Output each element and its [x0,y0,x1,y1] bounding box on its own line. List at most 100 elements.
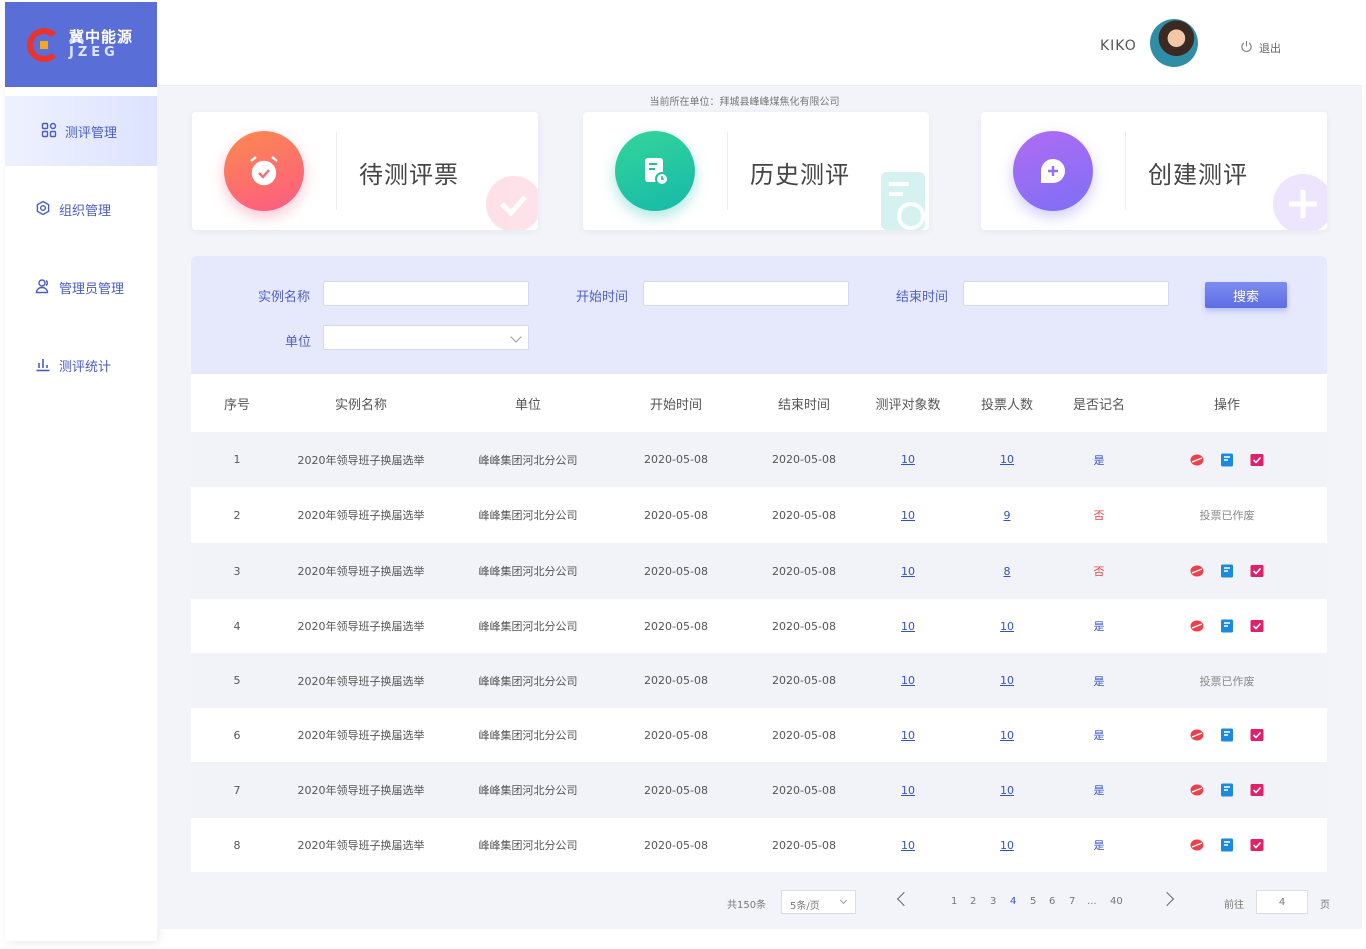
document-clock-icon [615,131,695,211]
void-action-icon[interactable] [1190,564,1204,578]
sidebar-item-evaluation[interactable]: 测评管理 [5,96,157,166]
start-time: 2020-05-08 [644,564,708,578]
named-flag: 是 [1093,839,1105,852]
column-header: 投票人数 [980,397,1033,413]
goto-page-input[interactable]: 4 [1256,890,1308,914]
voter-count-link[interactable]: 10 [1000,674,1014,687]
end-time-input[interactable] [963,281,1169,306]
instance-name-input[interactable] [323,281,529,306]
column-header: 实例名称 [334,397,387,413]
detail-action-icon[interactable] [1220,838,1234,852]
check-action-icon[interactable] [1250,783,1264,797]
document-watermark-icon [871,168,929,230]
end-time-label: 结束时间 [896,290,949,305]
page-number[interactable]: 2 [970,896,976,907]
unit-name: 峰峰集团河北分公司 [478,729,578,742]
unit-name: 峰峰集团河北分公司 [478,784,578,797]
page-number-current[interactable]: 4 [1010,896,1016,907]
unit-name: 峰峰集团河北分公司 [478,839,578,852]
object-count-link[interactable]: 10 [901,620,915,633]
card-history[interactable]: 历史测评 [583,112,929,230]
start-time: 2020-05-08 [644,783,708,797]
detail-action-icon[interactable] [1220,783,1234,797]
search-button[interactable]: 搜索 [1205,282,1287,308]
card-create-evaluation[interactable]: 创建测评 [981,112,1327,230]
row-actions [1127,838,1327,852]
start-time-input[interactable] [643,281,849,306]
void-action-icon[interactable] [1190,453,1204,467]
total-count: 共150条 [727,900,767,911]
void-action-icon[interactable] [1190,838,1204,852]
start-time: 2020-05-08 [644,838,708,852]
page-number[interactable]: 40 [1110,896,1123,907]
start-time: 2020-05-08 [644,674,708,687]
voter-count-link[interactable]: 9 [1004,509,1011,522]
check-action-icon[interactable] [1250,728,1264,742]
detail-action-icon[interactable] [1220,728,1234,742]
row-number: 8 [233,838,241,852]
check-action-icon[interactable] [1250,838,1264,852]
object-count-link[interactable]: 10 [901,565,915,578]
start-time: 2020-05-08 [644,453,708,466]
named-flag: 是 [1093,729,1105,742]
actions-cell [1127,619,1327,633]
row-actions [1127,453,1327,467]
page-ellipsis[interactable]: ... [1087,896,1097,907]
page-size-select[interactable]: 5条/页 [781,890,856,914]
void-action-icon[interactable] [1190,619,1204,633]
voter-count-link[interactable]: 10 [1000,784,1014,797]
voter-count-link[interactable]: 10 [1000,453,1014,466]
sidebar-item-statistics[interactable]: 测评统计 [5,330,157,400]
actions-cell [1127,783,1327,797]
actions-cell: 投票已作废 [1127,673,1327,689]
page-number[interactable]: 5 [1030,896,1036,907]
pagination: 共150条 5条/页 1 2 3 4 5 6 7 ... 40 前往 4 页 [157,890,1362,916]
logout-button[interactable]: 退出 [1240,40,1281,56]
unit-name: 峰峰集团河北分公司 [478,453,578,467]
detail-action-icon[interactable] [1220,619,1234,633]
object-count-link[interactable]: 10 [901,729,915,742]
sidebar-item-admins[interactable]: 管理员管理 [5,252,157,322]
page-number[interactable]: 6 [1049,896,1055,907]
row-number: 2 [233,508,241,522]
object-count-link[interactable]: 10 [901,839,915,852]
check-action-icon[interactable] [1250,564,1264,578]
object-count-link[interactable]: 10 [901,674,915,687]
detail-action-icon[interactable] [1220,564,1234,578]
check-action-icon[interactable] [1250,619,1264,633]
voided-status: 投票已作废 [1199,674,1255,688]
unit-select[interactable] [323,325,529,350]
plus-watermark-icon [1269,168,1327,230]
table-header: 序号 实例名称 单位 开始时间 结束时间 测评对象数 投票人数 是否记名 操作 [191,374,1327,432]
page-number[interactable]: 3 [990,896,996,907]
sidebar-item-organization[interactable]: 组织管理 [5,174,157,244]
column-header: 结束时间 [777,397,830,413]
voter-count-link[interactable]: 10 [1000,839,1014,852]
avatar[interactable] [1150,19,1198,67]
voter-count-link[interactable]: 10 [1000,729,1014,742]
void-action-icon[interactable] [1190,728,1204,742]
voter-count-link[interactable]: 10 [1000,620,1014,633]
check-action-icon[interactable] [1250,453,1264,467]
prev-page-icon[interactable] [896,891,912,907]
card-pending-votes[interactable]: 待测评票 [192,112,538,230]
row-number: 4 [233,619,241,633]
object-count-link[interactable]: 10 [901,509,915,522]
brand-name-en: JZEG [69,44,119,60]
actions-cell [1127,728,1327,742]
object-count-link[interactable]: 10 [901,453,915,466]
page-number[interactable]: 7 [1069,896,1075,907]
page-number[interactable]: 1 [951,896,957,907]
void-action-icon[interactable] [1190,783,1204,797]
table-row: 1 2020年领导班子换届选举 峰峰集团河北分公司 2020-05-08 2020-05… [191,432,1327,487]
voter-count-link[interactable]: 8 [1004,565,1011,578]
next-page-icon[interactable] [1159,891,1175,907]
sidebar-item-label: 测评统计 [59,359,112,375]
chat-plus-icon [1013,131,1093,211]
instance-name: 2020年领导班子换届选举 [297,565,425,578]
table-row: 2 2020年领导班子换届选举 峰峰集团河北分公司 2020-05-08 2020-05… [191,487,1327,543]
unit-label: 单位 [285,335,312,350]
object-count-link[interactable]: 10 [901,784,915,797]
start-time-label: 开始时间 [576,290,629,305]
detail-action-icon[interactable] [1220,453,1234,467]
